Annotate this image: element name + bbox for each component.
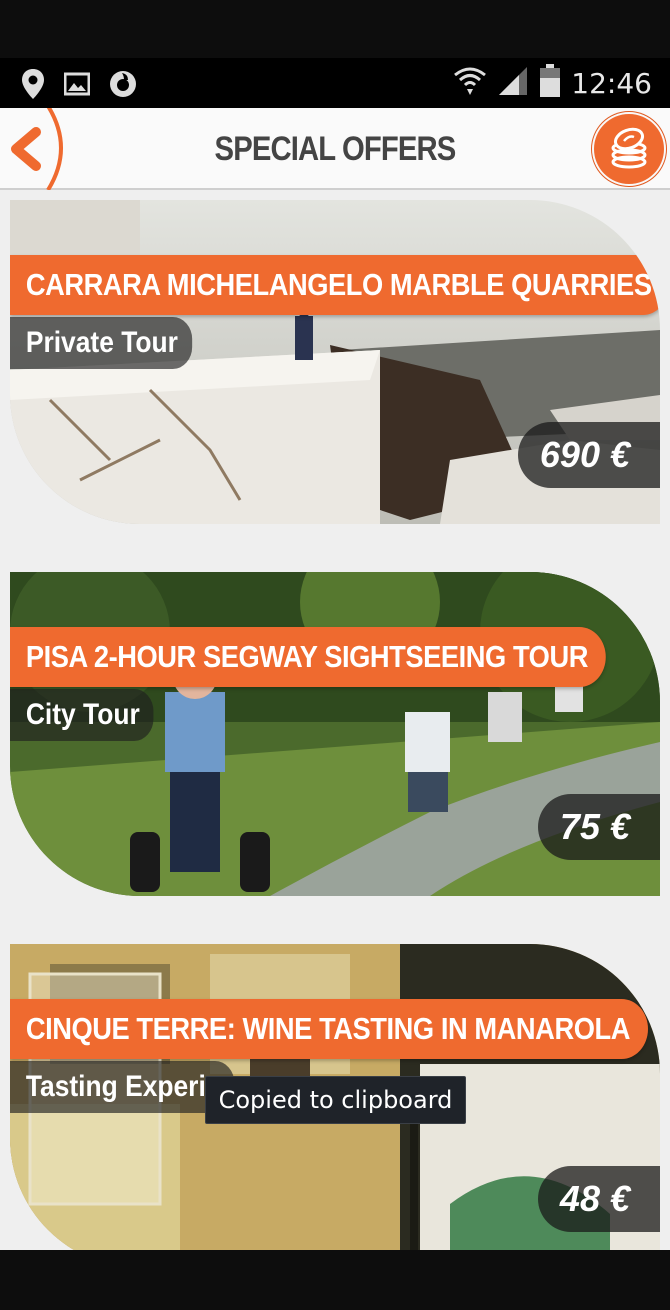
toast-message: Copied to clipboard: [205, 1076, 466, 1124]
top-black-bar: [0, 0, 670, 58]
coins-offer-icon: [611, 127, 647, 169]
offer-title: PISA 2-HOUR SEGWAY SIGHTSEEING TOUR: [10, 627, 606, 687]
vodafone-icon: [108, 69, 138, 104]
offers-action-button[interactable]: [594, 114, 664, 184]
offer-category: Private Tour: [10, 317, 193, 369]
wifi-icon: [453, 65, 487, 102]
page-title: SPECIAL OFFERS: [214, 130, 457, 168]
offer-card[interactable]: CARRARA MICHELANGELO MARBLE QUARRIES Pri…: [10, 200, 660, 524]
offer-category: Tasting Experie: [10, 1061, 235, 1113]
status-bar: 12:46: [0, 58, 670, 108]
offer-title: CARRARA MICHELANGELO MARBLE QUARRIES: [10, 255, 660, 315]
offer-price: 690 €: [517, 422, 660, 488]
battery-icon: [539, 64, 561, 103]
app-bar: SPECIAL OFFERS: [0, 104, 670, 192]
offer-card[interactable]: PISA 2-HOUR SEGWAY SIGHTSEEING TOUR City…: [10, 572, 660, 896]
offer-price: 48 €: [537, 1166, 660, 1232]
location-icon: [20, 68, 46, 105]
bottom-black-bar: [0, 1250, 670, 1310]
offer-title: CINQUE TERRE: WINE TASTING IN MANAROLA: [10, 999, 648, 1059]
clock-time: 12:46: [571, 67, 652, 100]
signal-icon: [497, 65, 529, 102]
offer-category: City Tour: [10, 689, 154, 741]
image-icon: [63, 72, 91, 101]
offer-price: 75 €: [537, 794, 660, 860]
